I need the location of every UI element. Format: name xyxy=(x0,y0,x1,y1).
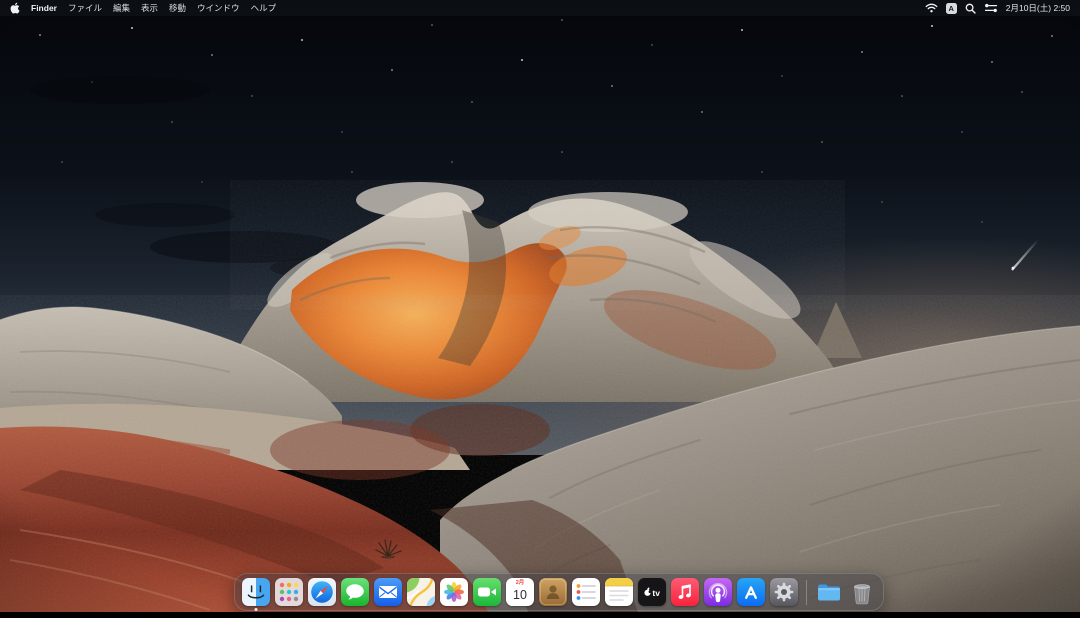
dock-icon-calendar[interactable]: 2月 10 xyxy=(506,578,534,606)
dock-icon-downloads-folder[interactable] xyxy=(815,578,843,606)
calendar-month-label: 2月 xyxy=(516,581,525,587)
menu-item-file[interactable]: ファイル xyxy=(68,2,102,14)
desktop-wallpaper xyxy=(0,0,1080,618)
dock-icon-finder[interactable] xyxy=(242,578,270,606)
status-cluster: A 2月10日(土) 2:50 xyxy=(925,2,1070,14)
dock-icon-trash[interactable] xyxy=(848,578,876,606)
menu-item-window[interactable]: ウインドウ xyxy=(197,2,240,14)
spotlight-search-icon[interactable] xyxy=(965,3,976,14)
dock-icon-podcasts[interactable] xyxy=(704,578,732,606)
dock-icon-safari[interactable] xyxy=(308,578,336,606)
control-center-icon[interactable] xyxy=(984,3,998,13)
dock-icon-facetime[interactable] xyxy=(473,578,501,606)
dock-icon-maps[interactable] xyxy=(407,578,435,606)
macos-desktop: { "menu_bar": { "app_name": "Finder", "m… xyxy=(0,0,1080,618)
menu-item-help[interactable]: ヘルプ xyxy=(251,2,277,14)
dock-icon-system-settings[interactable] xyxy=(770,578,798,606)
input-source-label: A xyxy=(949,4,954,13)
dock: 2月 10 xyxy=(234,573,884,611)
finder-running-indicator xyxy=(255,608,258,611)
dock-icon-apple-tv[interactable]: tv xyxy=(638,578,666,606)
dock-icon-reminders[interactable] xyxy=(572,578,600,606)
dock-icon-notes[interactable] xyxy=(605,578,633,606)
dock-icon-contacts[interactable] xyxy=(539,578,567,606)
menu-item-edit[interactable]: 編集 xyxy=(113,2,130,14)
menu-item-go[interactable]: 移動 xyxy=(169,2,186,14)
dock-icon-messages[interactable] xyxy=(341,578,369,606)
menu-item-view[interactable]: 表示 xyxy=(141,2,158,14)
dock-icon-launchpad[interactable] xyxy=(275,578,303,606)
apple-tv-label: tv xyxy=(652,588,660,598)
dock-icon-mail[interactable] xyxy=(374,578,402,606)
calendar-day-label: 10 xyxy=(513,589,527,602)
menu-bar-clock[interactable]: 2月10日(土) 2:50 xyxy=(1006,2,1070,14)
bottom-letterbox xyxy=(0,612,1080,618)
dock-separator xyxy=(806,580,807,605)
active-app-name[interactable]: Finder xyxy=(31,3,57,13)
dock-icon-app-store[interactable] xyxy=(737,578,765,606)
wifi-icon[interactable] xyxy=(925,3,938,13)
dock-icon-photos[interactable] xyxy=(440,578,468,606)
dock-icon-music[interactable] xyxy=(671,578,699,606)
apple-logo-icon[interactable] xyxy=(10,2,20,14)
menu-bar: Finder ファイル 編集 表示 移動 ウインドウ ヘルプ A 2月10日(土… xyxy=(0,0,1080,16)
input-source-icon[interactable]: A xyxy=(946,3,957,14)
